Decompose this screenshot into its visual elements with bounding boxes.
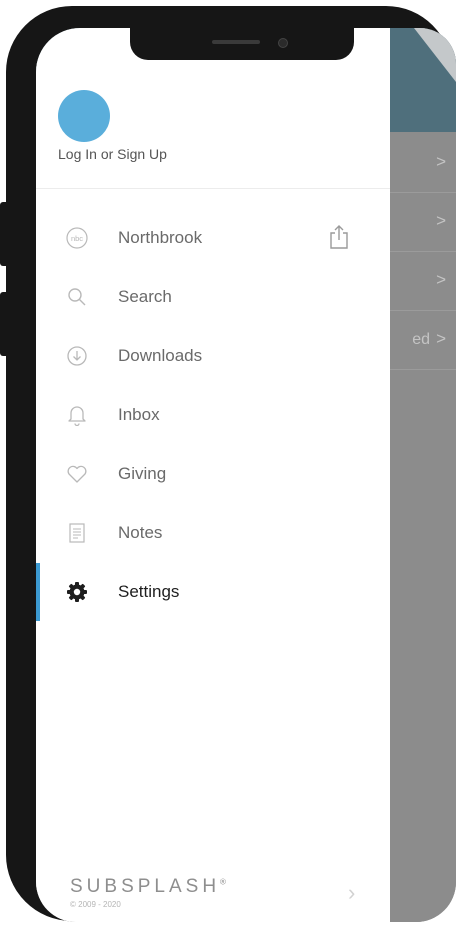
heart-icon — [66, 463, 88, 485]
nav-item-label: Settings — [118, 582, 180, 601]
chevron-right-icon[interactable]: › — [348, 880, 355, 906]
side-button — [0, 202, 8, 266]
phone-frame: > > > ed > Log In or Sign Up nbc Northbr… — [0, 6, 456, 922]
nav-item-downloads[interactable]: Downloads — [36, 327, 390, 385]
nav-item-label: Northbrook — [118, 228, 203, 247]
nav-item-giving[interactable]: Giving — [36, 445, 390, 503]
gear-icon — [66, 581, 88, 603]
trademark-mark: ® — [220, 877, 226, 887]
nav-item-label: Downloads — [118, 346, 203, 365]
list-item[interactable]: ed > — [380, 311, 456, 370]
copyright-text: © 2009 - 2020 — [70, 900, 121, 909]
chevron-right-icon: > — [436, 329, 446, 348]
divider — [36, 188, 390, 189]
nav-item-label: Inbox — [118, 405, 160, 424]
bell-icon — [66, 404, 88, 426]
chevron-right-icon: > — [436, 270, 446, 289]
side-button — [0, 292, 8, 356]
camera-icon — [278, 38, 288, 48]
list-item[interactable]: > — [380, 193, 456, 252]
subsplash-logo: SUBSPLASH® — [70, 876, 226, 897]
nav-item-label: Search — [118, 287, 172, 306]
chevron-right-icon: > — [436, 152, 446, 171]
speaker-grille — [212, 40, 260, 44]
notes-icon — [66, 522, 88, 544]
list-item[interactable]: > — [380, 252, 456, 311]
header-decoration — [414, 28, 456, 82]
login-signup-link[interactable]: Log In or Sign Up — [58, 146, 167, 162]
share-icon[interactable] — [328, 224, 350, 250]
camera-notch — [130, 28, 354, 60]
nav-item-notes[interactable]: Notes — [36, 504, 390, 562]
nav-item-inbox[interactable]: Inbox — [36, 386, 390, 444]
chevron-right-icon: > — [436, 211, 446, 230]
svg-text:nbc: nbc — [71, 234, 83, 243]
search-icon — [66, 286, 88, 308]
nav-item-label: Giving — [118, 464, 167, 483]
avatar[interactable] — [58, 90, 110, 142]
list-item-label: ed — [412, 331, 430, 348]
nbc-logo-icon: nbc — [66, 227, 88, 249]
active-indicator — [36, 563, 40, 621]
screen: > > > ed > Log In or Sign Up nbc Northbr… — [36, 28, 456, 922]
nav-item-label: Notes — [118, 523, 163, 542]
nav-item-settings[interactable]: Settings — [36, 563, 390, 621]
navigation-drawer: Log In or Sign Up nbc Northbrook Search — [36, 28, 390, 922]
nav-item-search[interactable]: Search — [36, 268, 390, 326]
list-item[interactable]: > — [380, 134, 456, 193]
download-icon — [66, 345, 88, 367]
